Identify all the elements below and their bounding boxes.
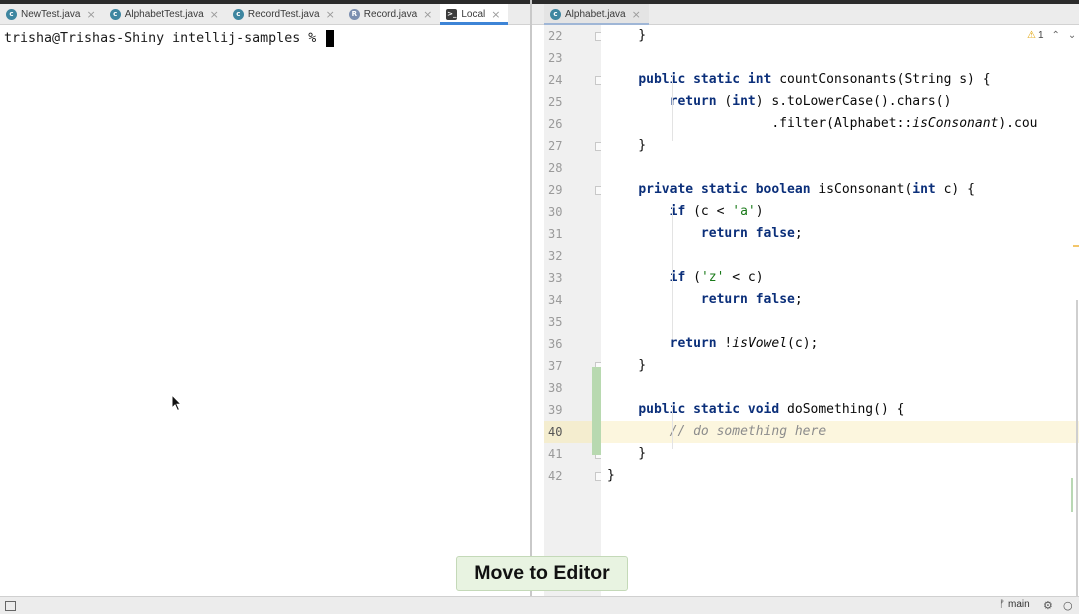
tab-label: Local [461, 8, 486, 20]
terminal-pane[interactable]: trisha@Trishas-Shiny intellij-samples % [0, 25, 530, 596]
warning-stripe-marker[interactable] [1073, 245, 1079, 247]
tab-label: AlphabetTest.java [124, 8, 204, 20]
action-hint-popup: Move to Editor [456, 556, 628, 591]
indent-guide [672, 405, 673, 449]
tab-alphabet[interactable]: c Alphabet.java × [544, 4, 649, 25]
line-number[interactable]: 31 [548, 227, 578, 241]
code-line-text: return (int) s.toLowerCase().chars() [669, 94, 952, 109]
code-line[interactable] [601, 377, 1079, 399]
tab-label: RecordTest.java [247, 8, 320, 20]
tab-alphabettest[interactable]: c AlphabetTest.java × [104, 4, 227, 24]
code-line-text: return false; [700, 226, 803, 241]
java-class-icon: c [6, 8, 17, 20]
tool-window-toggle-icon[interactable] [5, 601, 16, 611]
line-number[interactable]: 32 [548, 249, 578, 263]
split-divider[interactable] [530, 0, 532, 596]
code-line-text: } [607, 446, 647, 461]
line-number[interactable]: 24 [548, 73, 578, 87]
terminal-prompt[interactable]: trisha@Trishas-Shiny intellij-samples % [4, 30, 335, 47]
code-line-text: if ('z' < c) [669, 270, 764, 285]
code-line-text: } [607, 138, 647, 153]
line-number[interactable]: 23 [548, 51, 578, 65]
code-editor[interactable]: } public static int countConsonants(Stri… [601, 25, 1079, 596]
code-line-text: } [607, 358, 647, 373]
search-icon[interactable]: ○ [1063, 599, 1073, 612]
close-icon[interactable]: × [86, 8, 95, 21]
line-number[interactable]: 40 [548, 425, 578, 439]
code-line-text: if (c < 'a') [669, 204, 764, 219]
tab-label: Record.java [363, 8, 418, 20]
tab-label: Alphabet.java [565, 8, 626, 20]
warning-icon: ⚠ [1027, 30, 1036, 41]
code-line-text: private static boolean isConsonant(int c… [638, 182, 975, 197]
tab-label: NewTest.java [21, 8, 81, 20]
line-number[interactable]: 33 [548, 271, 578, 285]
line-number[interactable]: 36 [548, 337, 578, 351]
line-number[interactable]: 30 [548, 205, 578, 219]
close-icon[interactable]: × [326, 8, 335, 21]
tab-terminal-local[interactable]: >_ Local × [440, 4, 509, 25]
branch-name: main [1008, 599, 1030, 610]
vcs-added-lines-marker[interactable] [592, 367, 601, 455]
line-number[interactable]: 34 [548, 293, 578, 307]
tab-record[interactable]: R Record.java × [343, 4, 441, 24]
git-branch-widget[interactable]: ᚠ main [999, 599, 1030, 610]
line-number[interactable]: 42 [548, 469, 578, 483]
close-icon[interactable]: × [632, 8, 641, 21]
terminal-prompt-text: trisha@Trishas-Shiny intellij-samples % [4, 31, 325, 46]
inspection-count: 1 [1037, 30, 1044, 41]
code-line[interactable] [601, 47, 1079, 69]
change-stripe-marker[interactable] [1071, 478, 1073, 512]
tab-recordtest[interactable]: c RecordTest.java × [227, 4, 343, 24]
line-number[interactable]: 22 [548, 29, 578, 43]
java-record-icon: R [348, 8, 360, 20]
code-line[interactable] [601, 157, 1079, 179]
mouse-pointer-icon [171, 394, 183, 412]
chevron-down-icon[interactable]: ⌄ [1068, 30, 1076, 41]
action-hint-label: Move to Editor [474, 562, 610, 584]
status-bar: ᚠ main ⚙ ○ [0, 596, 1079, 614]
close-icon[interactable]: × [423, 8, 432, 21]
terminal-icon: >_ [446, 8, 458, 20]
line-number[interactable]: 39 [548, 403, 578, 417]
line-number[interactable]: 41 [548, 447, 578, 461]
code-line-text: public static void doSomething() { [638, 402, 905, 417]
line-number[interactable]: 29 [548, 183, 578, 197]
indent-guide [672, 75, 673, 141]
code-line-text: return false; [700, 292, 803, 307]
code-line-text: return !isVowel(c); [669, 336, 819, 351]
left-tab-strip: c NewTest.java × c AlphabetTest.java × c… [0, 4, 530, 25]
branch-icon: ᚠ [999, 599, 1005, 610]
line-number[interactable]: 27 [548, 139, 578, 153]
code-line[interactable]: } [601, 465, 1079, 487]
code-line[interactable]: private static boolean isConsonant(int c… [601, 179, 1079, 201]
inspection-widget[interactable]: ⚠ 1 ⌃ ⌄ [1027, 30, 1076, 41]
indent-guide [672, 207, 673, 339]
java-class-icon: c [550, 8, 561, 20]
right-tab-strip: c Alphabet.java × [532, 4, 1079, 25]
chevron-up-icon[interactable]: ⌃ [1052, 30, 1060, 41]
code-line[interactable]: } [601, 25, 1079, 47]
line-number[interactable]: 26 [548, 117, 578, 131]
code-line-text: } [607, 468, 615, 483]
line-number[interactable]: 25 [548, 95, 578, 109]
text-cursor [326, 30, 335, 47]
close-icon[interactable]: × [210, 8, 219, 21]
editor-scrollbar[interactable] [1076, 300, 1078, 596]
code-line[interactable]: } [601, 355, 1079, 377]
line-number[interactable]: 37 [548, 359, 578, 373]
code-line-text: public static int countConsonants(String… [638, 72, 991, 87]
line-number[interactable]: 28 [548, 161, 578, 175]
line-number[interactable]: 38 [548, 381, 578, 395]
settings-icon[interactable]: ⚙ [1043, 599, 1053, 612]
code-line-text: // do something here [669, 424, 827, 439]
close-icon[interactable]: × [491, 8, 500, 21]
tab-newtest[interactable]: c NewTest.java × [0, 4, 104, 24]
editor-gutter[interactable]: 22 23 24 25 26 27 28 29 30 31 32 33 34 35 36 37 38 39 40 41… [544, 25, 604, 596]
code-line-text: } [607, 28, 647, 43]
line-number[interactable]: 35 [548, 315, 578, 329]
java-class-icon: c [109, 8, 121, 20]
java-class-icon: c [232, 8, 244, 20]
